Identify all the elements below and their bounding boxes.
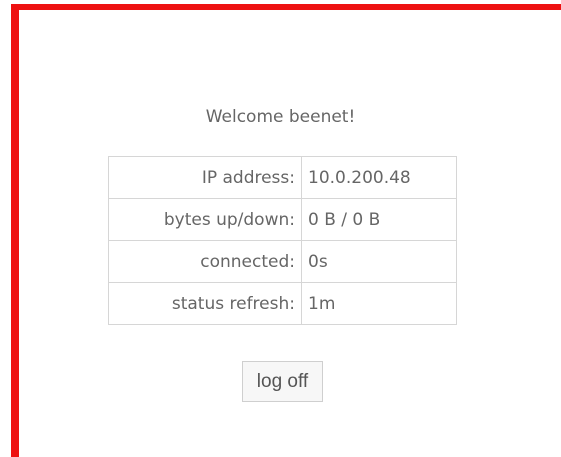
table-row: bytes up/down: 0 B / 0 B <box>108 198 457 241</box>
connection-status-table: IP address: 10.0.200.48 bytes up/down: 0… <box>108 156 457 325</box>
ip-address-value: 10.0.200.48 <box>301 156 457 199</box>
welcome-message: Welcome beenet! <box>205 107 356 127</box>
captive-portal-status-page: Welcome beenet! IP address: 10.0.200.48 … <box>0 0 561 457</box>
log-off-button[interactable]: log off <box>242 361 323 402</box>
table-row: connected: 0s <box>108 240 457 283</box>
table-row: status refresh: 1m <box>108 282 457 325</box>
table-row: IP address: 10.0.200.48 <box>108 156 457 199</box>
connected-value: 0s <box>301 240 457 283</box>
status-refresh-value: 1m <box>301 282 457 325</box>
bytes-up-down-value: 0 B / 0 B <box>301 198 457 241</box>
ip-address-label: IP address: <box>108 156 302 199</box>
bytes-up-down-label: bytes up/down: <box>108 198 302 241</box>
connected-label: connected: <box>108 240 302 283</box>
status-refresh-label: status refresh: <box>108 282 302 325</box>
